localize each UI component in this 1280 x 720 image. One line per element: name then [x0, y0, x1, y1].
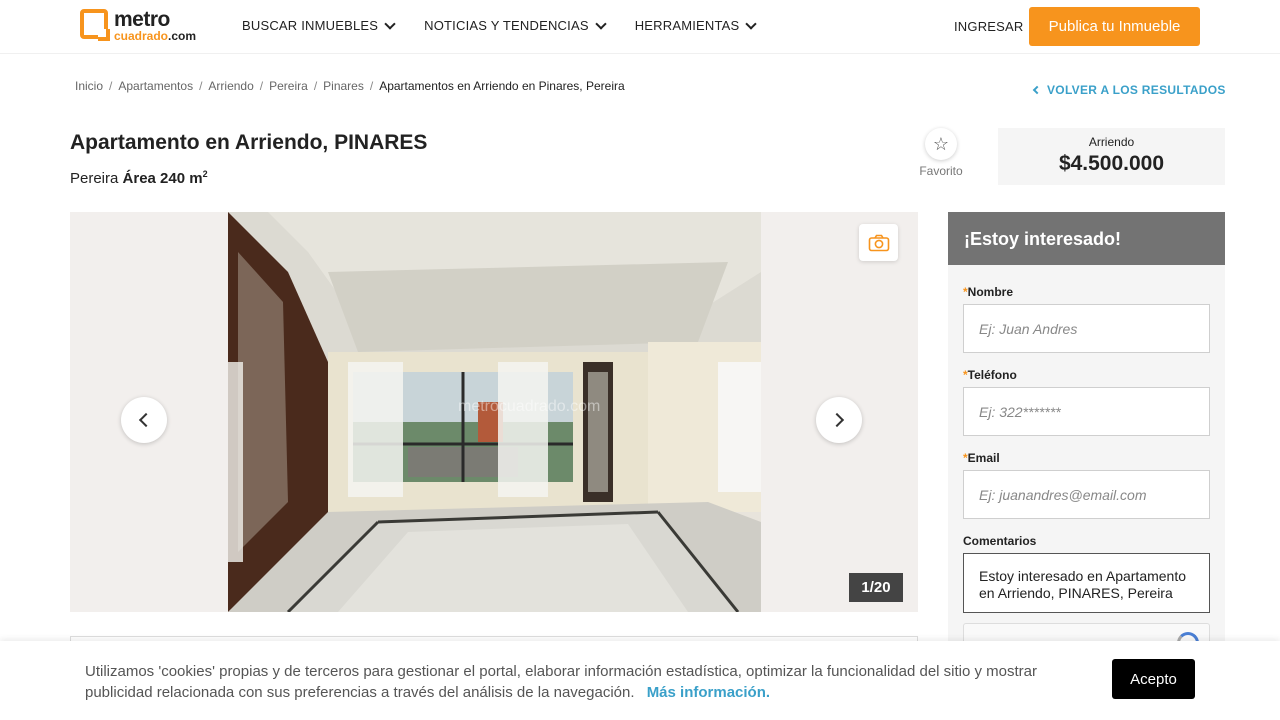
favorite-label: Favorito: [919, 164, 963, 178]
nav-item-label: HERRAMIENTAS: [634, 18, 740, 33]
photos-button[interactable]: [859, 224, 898, 261]
breadcrumb-separator: /: [199, 79, 203, 93]
favorite-button[interactable]: ☆ Favorito: [918, 128, 964, 178]
phone-label: *Teléfono: [963, 368, 1017, 382]
breadcrumb-item-inicio[interactable]: Inicio: [75, 79, 103, 93]
property-photo[interactable]: metrocuadrado.com: [228, 212, 761, 612]
logo-wordmark: metro cuadrado.com: [114, 9, 196, 44]
listing-title: Apartamento en Arriendo, PINARES: [70, 131, 428, 154]
breadcrumb-item-pereira[interactable]: Pereira: [269, 79, 308, 93]
email-input[interactable]: [963, 470, 1210, 519]
photo-gallery: metrocuadrado.com 1/20: [70, 212, 918, 612]
chevron-down-icon: [595, 17, 607, 30]
nav-item-label: NOTICIAS Y TENDENCIAS: [424, 18, 589, 33]
cookie-message-text: Utilizamos 'cookies' propias y de tercer…: [85, 663, 1038, 701]
name-input[interactable]: [963, 304, 1210, 353]
cookie-message: Utilizamos 'cookies' propias y de tercer…: [85, 661, 1045, 703]
logo-sub-text: cuadrado: [114, 29, 169, 43]
logo-icon: [80, 9, 110, 41]
breadcrumb: Inicio / Apartamentos / Arriendo / Perei…: [75, 79, 625, 93]
cookie-banner: Utilizamos 'cookies' propias y de tercer…: [0, 641, 1280, 720]
listing-area-label: Área 240 m: [122, 170, 203, 187]
main-nav: BUSCAR INMUEBLES NOTICIAS Y TENDENCIAS H…: [242, 17, 785, 33]
chevron-down-icon: [384, 17, 396, 30]
phone-label-text: Teléfono: [967, 368, 1017, 382]
chevron-left-icon: [1032, 85, 1042, 95]
listing-area-unit: 2: [202, 169, 208, 179]
top-header: metro cuadrado.com BUSCAR INMUEBLES NOTI…: [0, 0, 1280, 54]
breadcrumb-separator: /: [109, 79, 113, 93]
contact-form-title: ¡Estoy interesado!: [948, 212, 1225, 265]
listing-city: Pereira: [70, 170, 119, 187]
comments-label: Comentarios: [963, 534, 1037, 548]
accept-cookies-button[interactable]: Acepto: [1112, 659, 1195, 699]
breadcrumb-item-arriendo[interactable]: Arriendo: [208, 79, 253, 93]
price-label: Arriendo: [1088, 135, 1135, 149]
breadcrumb-item-pinares[interactable]: Pinares: [323, 79, 364, 93]
chevron-down-icon: [745, 17, 758, 30]
breadcrumb-separator: /: [259, 79, 264, 93]
email-label-text: Email: [967, 451, 1000, 465]
breadcrumb-item-apartamentos[interactable]: Apartamentos: [118, 79, 193, 93]
breadcrumb-separator: /: [313, 79, 318, 93]
phone-input[interactable]: [963, 387, 1210, 436]
chevron-right-icon: [829, 412, 845, 428]
logo-tld-text: .com: [168, 29, 197, 43]
nav-buscar-inmuebles[interactable]: BUSCAR INMUEBLES: [242, 17, 396, 33]
back-to-results-label: VOLVER A LOS RESULTADOS: [1047, 83, 1226, 97]
site-logo[interactable]: metro cuadrado.com: [80, 9, 196, 44]
listing-subtitle: Pereira Área 240 m2: [70, 169, 208, 187]
publish-property-button[interactable]: Publica tu Inmueble: [1029, 7, 1200, 46]
back-to-results-link[interactable]: VOLVER A LOS RESULTADOS: [1032, 83, 1226, 97]
star-icon: ☆: [925, 128, 957, 160]
camera-icon: [868, 234, 889, 251]
chevron-left-icon: [138, 412, 154, 428]
nav-herramientas[interactable]: HERRAMIENTAS: [634, 17, 758, 33]
breadcrumb-current: Apartamentos en Arriendo en Pinares, Per…: [379, 79, 625, 93]
photo-watermark: metrocuadrado.com: [458, 398, 601, 415]
breadcrumb-separator: /: [369, 79, 374, 93]
name-label: *Nombre: [963, 285, 1013, 299]
listing-area: Área 240 m2: [122, 169, 208, 187]
photo-counter: 1/20: [849, 573, 903, 602]
nav-item-label: BUSCAR INMUEBLES: [242, 18, 379, 33]
email-label: *Email: [963, 451, 1000, 465]
gallery-next-button[interactable]: [816, 397, 862, 443]
comments-textarea[interactable]: Estoy interesado en Apartamento en Arrie…: [963, 553, 1210, 613]
login-link[interactable]: INGRESAR: [954, 19, 1024, 34]
nav-noticias-tendencias[interactable]: NOTICIAS Y TENDENCIAS: [424, 17, 607, 33]
name-label-text: Nombre: [967, 285, 1014, 299]
logo-main-text: metro: [114, 8, 170, 31]
more-info-link[interactable]: Más información.: [647, 684, 770, 701]
price-box: Arriendo $4.500.000: [998, 128, 1225, 185]
price-value: $4.500.000: [1058, 152, 1165, 175]
gallery-prev-button[interactable]: [121, 397, 167, 443]
